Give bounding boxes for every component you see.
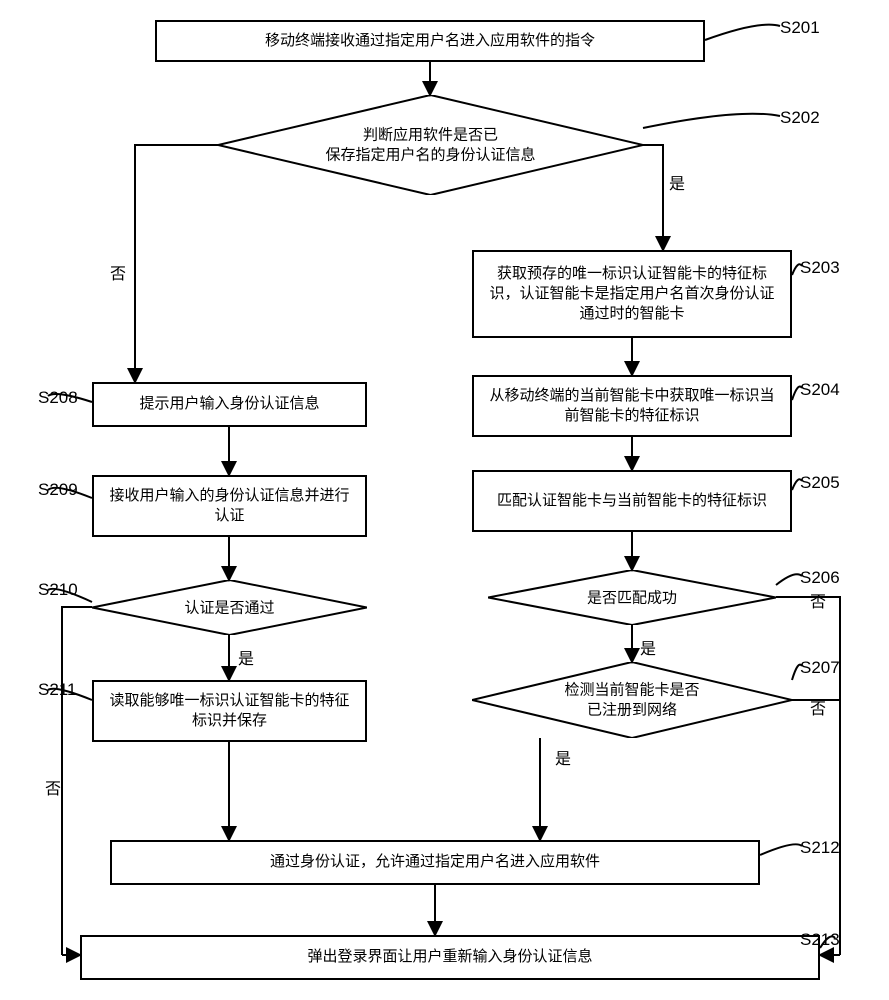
step-text: 读取能够唯一标识认证智能卡的特征标识并保存 — [104, 691, 355, 732]
step-text: 接收用户输入的身份认证信息并进行认证 — [104, 486, 355, 527]
decision-text-line1: 判断应用软件是否已 — [363, 127, 498, 144]
step-s205: 匹配认证智能卡与当前智能卡的特征标识 — [472, 470, 792, 532]
branch-yes-s202: 是 — [669, 170, 685, 194]
decision-s206: 是否匹配成功 — [488, 570, 776, 625]
step-s201: 移动终端接收通过指定用户名进入应用软件的指令 — [155, 20, 705, 62]
label-s207: S207 — [800, 658, 840, 678]
decision-text-line2: 已注册到网络 — [587, 701, 677, 718]
label-s203: S203 — [800, 258, 840, 278]
step-text: 移动终端接收通过指定用户名进入应用软件的指令 — [265, 31, 595, 51]
branch-no-s210: 否 — [45, 775, 61, 799]
step-text: 匹配认证智能卡与当前智能卡的特征标识 — [497, 491, 767, 511]
step-s213: 弹出登录界面让用户重新输入身份认证信息 — [80, 935, 820, 980]
step-s209: 接收用户输入的身份认证信息并进行认证 — [92, 475, 367, 537]
label-s204: S204 — [800, 380, 840, 400]
branch-yes-s206: 是 — [640, 635, 656, 659]
step-s208: 提示用户输入身份认证信息 — [92, 382, 367, 427]
step-s211: 读取能够唯一标识认证智能卡的特征标识并保存 — [92, 680, 367, 742]
label-s209: S209 — [38, 480, 78, 500]
step-text: 提示用户输入身份认证信息 — [139, 394, 319, 414]
branch-yes-s210: 是 — [238, 645, 254, 669]
label-s212: S212 — [800, 838, 840, 858]
branch-no-s202: 否 — [110, 260, 126, 284]
step-text: 获取预存的唯一标识认证智能卡的特征标识，认证智能卡是指定用户名首次身份认证通过时… — [484, 264, 780, 325]
decision-text-line1: 检测当前智能卡是否 — [564, 682, 699, 699]
decision-s207: 检测当前智能卡是否 已注册到网络 — [472, 662, 792, 738]
label-s210: S210 — [38, 580, 78, 600]
step-s203: 获取预存的唯一标识认证智能卡的特征标识，认证智能卡是指定用户名首次身份认证通过时… — [472, 250, 792, 338]
branch-yes-s207: 是 — [555, 745, 571, 769]
decision-s202: 判断应用软件是否已 保存指定用户名的身份认证信息 — [218, 95, 643, 195]
label-s206: S206 — [800, 568, 840, 588]
step-text: 通过身份认证，允许通过指定用户名进入应用软件 — [270, 852, 600, 872]
decision-s210: 认证是否通过 — [92, 580, 367, 635]
label-s213: S213 — [800, 930, 840, 950]
step-s204: 从移动终端的当前智能卡中获取唯一标识当前智能卡的特征标识 — [472, 375, 792, 437]
branch-no-s207: 否 — [810, 695, 826, 719]
branch-no-s206: 否 — [810, 588, 826, 612]
step-text: 从移动终端的当前智能卡中获取唯一标识当前智能卡的特征标识 — [484, 386, 780, 427]
step-text: 弹出登录界面让用户重新输入身份认证信息 — [307, 947, 592, 967]
label-s211: S211 — [38, 680, 76, 700]
step-s212: 通过身份认证，允许通过指定用户名进入应用软件 — [110, 840, 760, 885]
decision-text-line2: 保存指定用户名的身份认证信息 — [325, 146, 535, 163]
decision-text: 认证是否通过 — [184, 599, 274, 616]
label-s202: S202 — [780, 108, 820, 128]
decision-text: 是否匹配成功 — [587, 589, 677, 606]
label-s208: S208 — [38, 388, 78, 408]
label-s201: S201 — [780, 18, 820, 38]
label-s205: S205 — [800, 473, 840, 493]
